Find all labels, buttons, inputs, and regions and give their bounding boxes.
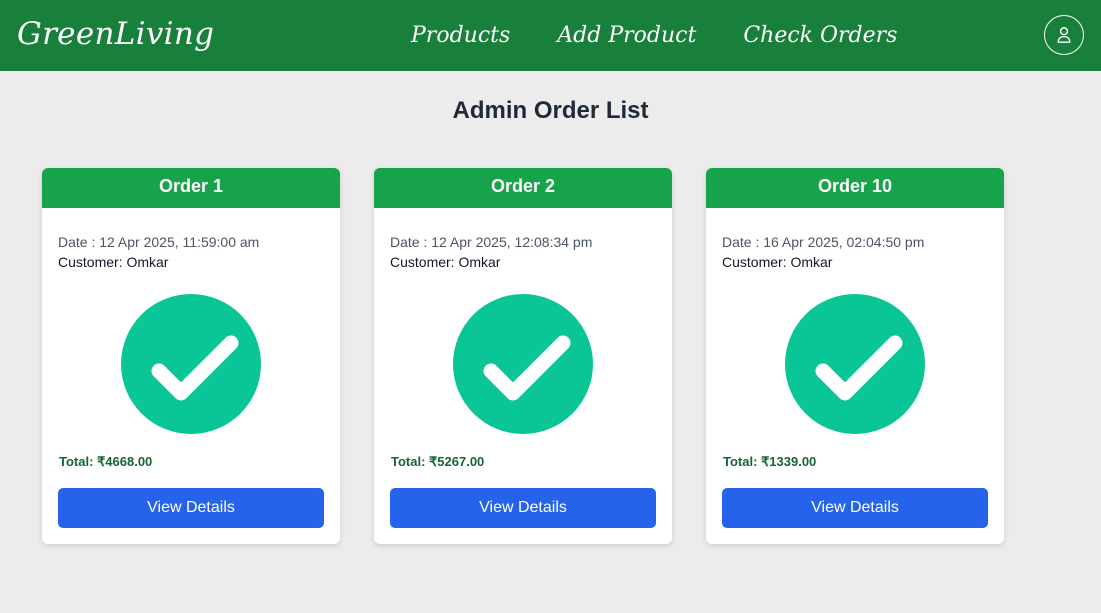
top-navbar: GreenLiving Products Add Product Check O…	[0, 0, 1101, 71]
view-details-button[interactable]: View Details	[722, 488, 988, 528]
page-title: Admin Order List	[452, 97, 649, 124]
check-circle-icon	[453, 294, 593, 434]
order-customer: Customer: Omkar	[722, 254, 833, 270]
order-date: Date : 12 Apr 2025, 12:08:34 pm	[390, 234, 593, 250]
order-date: Date : 12 Apr 2025, 11:59:00 am	[58, 234, 260, 250]
nav-link-check-orders[interactable]: Check Orders	[743, 18, 897, 54]
nav-links: Products Add Product Check Orders	[411, 18, 897, 54]
order-total: Total: ₹5267.00	[391, 454, 485, 469]
order-card-title: Order 2	[374, 168, 672, 208]
order-total: Total: ₹1339.00	[723, 454, 817, 469]
order-card-title: Order 10	[706, 168, 1004, 208]
check-circle-icon	[785, 294, 925, 434]
brand-logo[interactable]: GreenLiving	[17, 14, 214, 54]
nav-link-products[interactable]: Products	[411, 18, 510, 54]
view-details-button[interactable]: View Details	[390, 488, 656, 528]
order-customer: Customer: Omkar	[390, 254, 501, 270]
order-date: Date : 16 Apr 2025, 02:04:50 pm	[722, 234, 925, 250]
order-card: Order 1 Date : 12 Apr 2025, 11:59:00 am …	[42, 168, 340, 544]
order-card: Order 2 Date : 12 Apr 2025, 12:08:34 pm …	[374, 168, 672, 544]
order-customer: Customer: Omkar	[58, 254, 169, 270]
order-card-title: Order 1	[42, 168, 340, 208]
user-icon	[1057, 27, 1071, 43]
order-card: Order 10 Date : 16 Apr 2025, 02:04:50 pm…	[706, 168, 1004, 544]
check-circle-icon	[121, 294, 261, 434]
order-total: Total: ₹4668.00	[59, 454, 153, 469]
user-account-button[interactable]	[1044, 15, 1084, 55]
nav-link-add-product[interactable]: Add Product	[557, 18, 696, 54]
view-details-button[interactable]: View Details	[58, 488, 324, 528]
